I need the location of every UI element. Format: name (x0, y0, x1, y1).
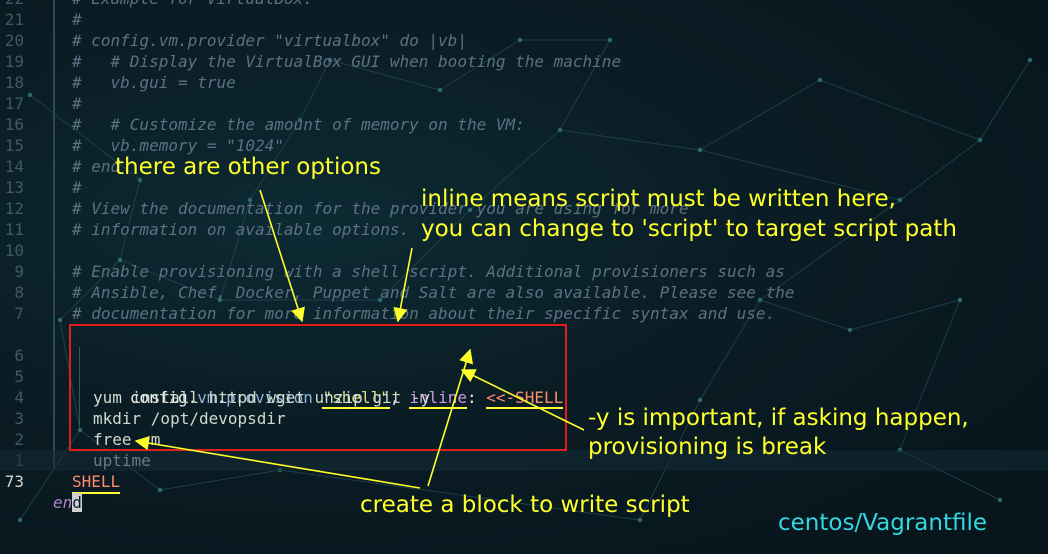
line-number: 7 (14, 304, 24, 323)
annotation-inline-line2: you can change to 'script' to target scr… (421, 216, 957, 242)
line-number: 20 (4, 31, 24, 50)
vim-editor[interactable]: 22 # Example for VirtualBox: 21 #20 # config… (0, 0, 1048, 554)
text-cursor[interactable]: d (72, 493, 82, 512)
comment-text: # (72, 94, 82, 113)
end-keyword: end (53, 493, 82, 512)
annotation-block: create a block to write script (360, 492, 690, 518)
line-number: 8 (14, 283, 24, 302)
script-line: 4 mkdir /opt/devopsdir (0, 366, 285, 428)
line-number: 11 (4, 220, 24, 239)
line-number: 21 (4, 10, 24, 29)
heredoc-end: SHELL (72, 471, 121, 494)
line-number: 10 (4, 241, 24, 260)
script-line: 3 free -m (0, 387, 160, 449)
comment-text: # Ansible, Chef, Docker, Puppet and Salt… (72, 283, 795, 302)
line-number: 17 (4, 94, 24, 113)
line-number: 16 (4, 115, 24, 134)
line-number: 18 (4, 73, 24, 92)
comment-text: # Example for VirtualBox: (72, 0, 313, 9)
comment-text: # end (72, 157, 121, 176)
heredoc-end-line: 1 SHELL (0, 429, 121, 494)
provision-block-highlight (69, 324, 567, 451)
comment-text: # Enable provisioning with a shell scrip… (72, 262, 785, 281)
line-number: 15 (4, 136, 24, 155)
file-label: centos/Vagrantfile (778, 510, 988, 536)
script-line: 2 uptime (0, 408, 150, 470)
line-number: 9 (14, 262, 24, 281)
line-number: 22 (0, 0, 24, 9)
annotation-inline-line1: inline means script must be written here… (421, 186, 896, 212)
comment-text: # # Customize the amount of memory on th… (72, 115, 525, 134)
annotation-y-line2: provisioning is break (588, 434, 827, 460)
comment-text: # (72, 10, 82, 29)
gutter-separator (53, 0, 55, 468)
line-number: 14 (4, 157, 24, 176)
line-number: 12 (4, 199, 24, 218)
line-number: 13 (4, 178, 24, 197)
comment-text: # documentation for more information abo… (72, 304, 776, 323)
comment-text: # (72, 178, 82, 197)
script-line: 5 yum install httpd wget unzip git -y (0, 345, 431, 409)
current-line-number: 73 (4, 472, 24, 491)
comment-text: # vb.gui = true (72, 73, 236, 92)
comment-text: # information on available options. (72, 220, 410, 239)
line-number: 19 (4, 52, 24, 71)
comment-text: # # Display the VirtualBox GUI when boot… (72, 52, 622, 71)
provision-line: 6 config.vm.provision "shell", inline: <… (0, 324, 564, 409)
annotation-other-options: there are other options (115, 154, 381, 180)
comment-text: # config.vm.provider "virtualbox" do |vb… (72, 31, 467, 50)
cursor-line[interactable]: 73 end (0, 450, 1048, 512)
annotation-y-line1: -y is important, if asking happen, (588, 405, 969, 431)
